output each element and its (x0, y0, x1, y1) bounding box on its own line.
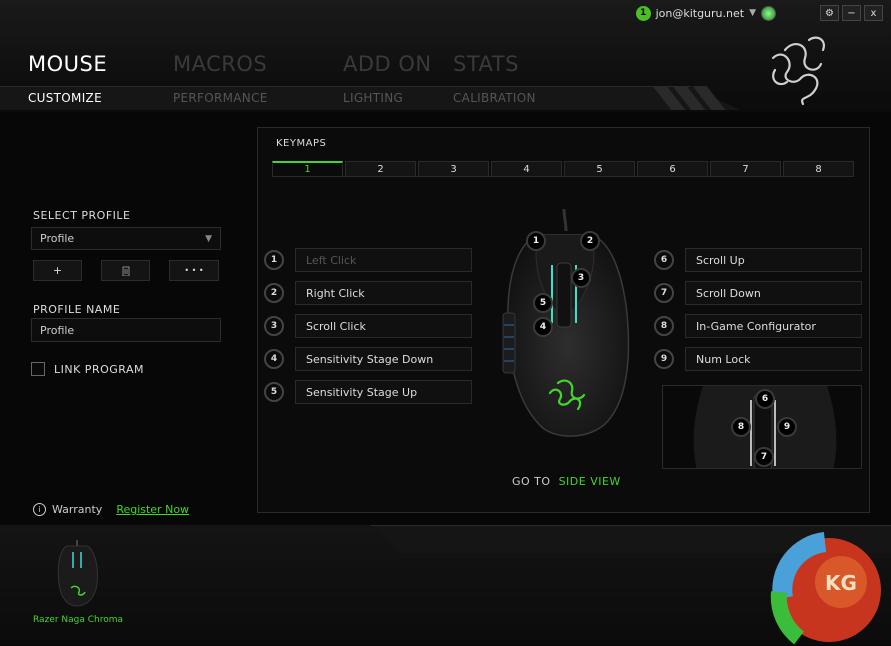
keymap-tab-5[interactable]: 5 (564, 161, 635, 176)
keymap-tab-7[interactable]: 7 (710, 161, 781, 176)
keymap-field-num-lock[interactable]: Num Lock (685, 347, 862, 371)
tab-divider (272, 176, 854, 177)
keymap-tab-3[interactable]: 3 (418, 161, 489, 176)
mouse-top-view-image (502, 208, 630, 437)
subnav-customize[interactable]: CUSTOMIZE (28, 91, 102, 105)
key-number-1: 1 (264, 250, 284, 270)
keymap-field-scroll-up[interactable]: Scroll Up (685, 248, 862, 272)
mouse-marker-4[interactable]: 4 (533, 317, 553, 337)
nav-tab-mouse[interactable]: MOUSE (28, 52, 107, 76)
goto-prefix: GO TO (512, 475, 551, 488)
profile-select-value: Profile (40, 232, 75, 245)
keymaps-title: KEYMAPS (276, 138, 327, 149)
side-marker-7[interactable]: 7 (754, 447, 774, 467)
add-profile-button[interactable]: + (33, 260, 82, 281)
keymap-field-in-game-configurator[interactable]: In-Game Configurator (685, 314, 862, 338)
link-program-checkbox[interactable] (31, 362, 45, 376)
subnav-calibration[interactable]: CALIBRATION (453, 91, 536, 105)
razer-logo-icon (771, 36, 825, 106)
subnav-performance[interactable]: PERFORMANCE (173, 91, 268, 105)
settings-gear-icon[interactable]: ⚙ (820, 5, 839, 21)
mouse-marker-3[interactable]: 3 (571, 268, 591, 288)
side-view-link[interactable]: SIDE VIEW (559, 475, 621, 488)
profile-select[interactable]: Profile ▼ (31, 227, 221, 250)
window-controls: ⚙ − x (820, 5, 883, 21)
warranty-row: i Warranty Register Now (33, 503, 189, 516)
subnav-lighting[interactable]: LIGHTING (343, 91, 403, 105)
keymap-tab-2[interactable]: 2 (345, 161, 416, 176)
select-profile-label: SELECT PROFILE (33, 209, 131, 222)
trash-icon (122, 266, 129, 276)
user-account-bar: 1 jon@kitguru.net ▼ (635, 3, 776, 23)
user-email[interactable]: jon@kitguru.net (656, 7, 745, 20)
more-options-button[interactable]: • • • (169, 260, 219, 281)
mouse-marker-1[interactable]: 1 (526, 231, 546, 251)
keymap-tab-8[interactable]: 8 (783, 161, 854, 176)
key-number-3: 3 (264, 316, 284, 336)
key-number-8: 8 (654, 316, 674, 336)
keymap-field-sensitivity-down[interactable]: Sensitivity Stage Down (295, 347, 472, 371)
device-thumbnail[interactable] (55, 538, 100, 608)
dropdown-arrow-icon[interactable]: ▼ (749, 8, 756, 18)
keymap-field-scroll-down[interactable]: Scroll Down (685, 281, 862, 305)
warranty-label: Warranty (52, 503, 103, 516)
kitguru-watermark-logo: KG (770, 532, 881, 645)
info-icon: i (33, 503, 46, 516)
keymap-field-right-click[interactable]: Right Click (295, 281, 472, 305)
key-number-9: 9 (654, 349, 674, 369)
keymap-tab-6[interactable]: 6 (637, 161, 708, 176)
key-number-6: 6 (654, 250, 674, 270)
nav-tab-add-on[interactable]: ADD ON (343, 52, 432, 76)
mouse-marker-2[interactable]: 2 (580, 231, 600, 251)
key-number-7: 7 (654, 283, 674, 303)
side-marker-6[interactable]: 6 (755, 389, 775, 409)
side-marker-9[interactable]: 9 (777, 417, 797, 437)
dropdown-arrow-icon: ▼ (205, 233, 212, 244)
minimize-icon[interactable]: − (842, 5, 861, 21)
svg-text:KG: KG (825, 571, 857, 595)
keymap-tab-1[interactable]: 1 (272, 161, 343, 176)
mouse-marker-5[interactable]: 5 (533, 293, 553, 313)
side-marker-8[interactable]: 8 (731, 417, 751, 437)
register-now-link[interactable]: Register Now (116, 503, 189, 516)
nav-tab-stats[interactable]: STATS (453, 52, 519, 76)
keymap-tab-4[interactable]: 4 (491, 161, 562, 176)
nav-tab-macros[interactable]: MACROS (173, 52, 267, 76)
profile-name-input[interactable]: Profile (31, 318, 221, 342)
key-number-2: 2 (264, 283, 284, 303)
notification-badge[interactable]: 1 (635, 5, 651, 21)
keymap-field-sensitivity-up[interactable]: Sensitivity Stage Up (295, 380, 472, 404)
keymap-field-left-click[interactable]: Left Click (295, 248, 472, 272)
close-icon[interactable]: x (864, 5, 883, 21)
trash-icon[interactable] (101, 260, 150, 281)
link-program-label: LINK PROGRAM (54, 363, 144, 376)
key-number-5: 5 (264, 382, 284, 402)
key-number-4: 4 (264, 349, 284, 369)
goto-side-view-link[interactable]: GO TO SIDE VIEW (512, 475, 621, 488)
device-name[interactable]: Razer Naga Chroma (33, 615, 123, 625)
sync-icon[interactable] (761, 5, 776, 21)
profile-name-label: PROFILE NAME (33, 303, 121, 316)
keymap-field-scroll-click[interactable]: Scroll Click (295, 314, 472, 338)
